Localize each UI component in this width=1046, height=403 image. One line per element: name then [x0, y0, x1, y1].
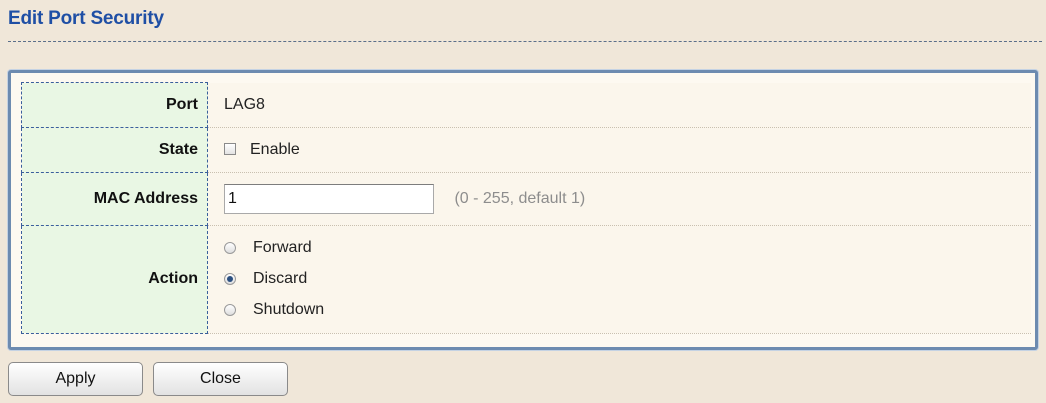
- action-option-shutdown[interactable]: Shutdown: [224, 295, 1031, 326]
- action-value: Forward Discard Shutdown: [207, 225, 1031, 334]
- action-discard-radio[interactable]: [224, 273, 236, 285]
- state-enable-checkbox[interactable]: [224, 143, 236, 156]
- mac-address-label: MAC Address: [21, 171, 208, 226]
- close-button[interactable]: Close: [153, 362, 288, 396]
- state-row: State Enable: [21, 126, 1031, 173]
- form-table: Port LAG8 State Enable MAC Address (0 - …: [21, 82, 1031, 334]
- action-option-discard[interactable]: Discard: [224, 264, 1031, 295]
- action-discard-label: Discard: [253, 270, 308, 287]
- mac-address-value: (0 - 255, default 1): [207, 172, 1031, 226]
- action-shutdown-radio[interactable]: [224, 304, 236, 316]
- action-shutdown-label: Shutdown: [253, 301, 325, 318]
- action-row: Action Forward Discard Shutdown: [21, 224, 1031, 334]
- page-title: Edit Port Security: [8, 8, 164, 29]
- state-enable-label: Enable: [250, 140, 300, 158]
- port-row: Port LAG8: [21, 82, 1031, 128]
- action-forward-radio[interactable]: [224, 242, 236, 254]
- mac-address-hint: (0 - 255, default 1): [454, 189, 586, 207]
- action-option-forward[interactable]: Forward: [224, 233, 1031, 264]
- state-label: State: [21, 126, 208, 173]
- state-value: Enable: [207, 127, 1031, 173]
- mac-address-input[interactable]: [224, 183, 434, 214]
- port-security-form: Port LAG8 State Enable MAC Address (0 - …: [8, 70, 1038, 350]
- apply-button[interactable]: Apply: [8, 362, 143, 396]
- port-value: LAG8: [207, 82, 1031, 128]
- action-forward-label: Forward: [253, 239, 312, 256]
- mac-address-row: MAC Address (0 - 255, default 1): [21, 171, 1031, 226]
- title-divider: [8, 41, 1042, 42]
- action-label: Action: [21, 224, 208, 334]
- port-label: Port: [21, 82, 208, 128]
